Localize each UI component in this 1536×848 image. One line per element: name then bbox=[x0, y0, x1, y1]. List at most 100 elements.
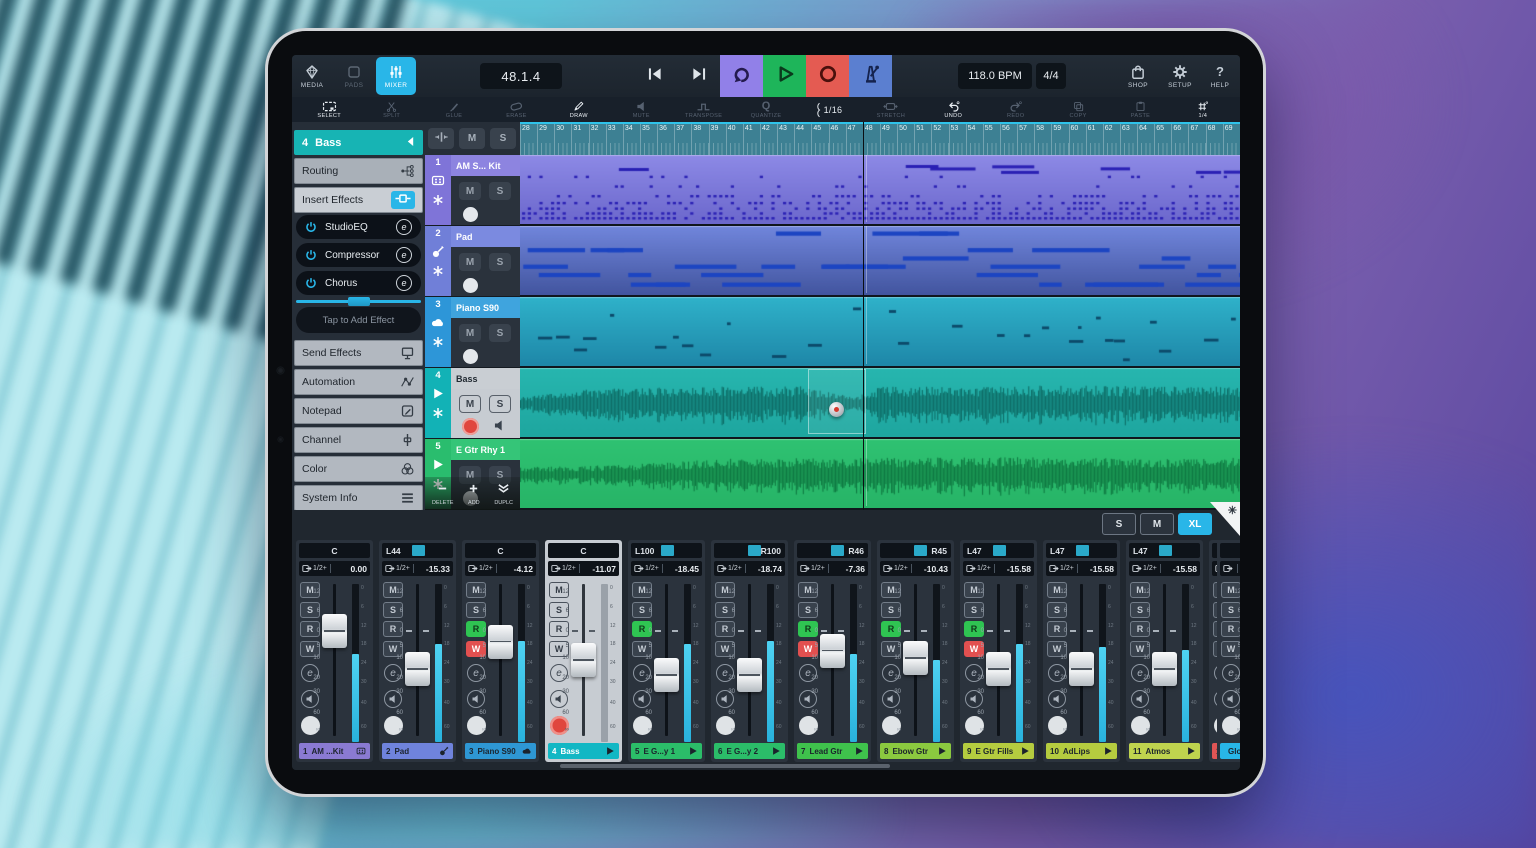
mixer-size-xl[interactable]: XL bbox=[1178, 513, 1212, 535]
strip-name-bar[interactable]: Global bbox=[1220, 743, 1240, 759]
track-row-4[interactable]: 4BassMS bbox=[425, 368, 520, 439]
track-row-3[interactable]: 3Piano S90MS bbox=[425, 297, 520, 368]
track-solo-button[interactable]: S bbox=[489, 182, 511, 200]
add-effect-button[interactable]: Tap to Add Effect bbox=[296, 307, 421, 333]
freeze-icon[interactable] bbox=[432, 194, 444, 206]
ruler-bar-63[interactable]: 63 bbox=[1120, 124, 1137, 155]
ruler-bar-48[interactable]: 48 bbox=[863, 124, 880, 155]
track-record-arm-button[interactable] bbox=[463, 278, 478, 293]
pan-control[interactable] bbox=[1220, 543, 1240, 558]
timeline-ruler[interactable]: 2829303132333435363738394041424344454647… bbox=[520, 122, 1240, 155]
output-volume-row[interactable]: 1/2+-15.33 bbox=[382, 561, 453, 576]
tool-draw[interactable]: DRAW bbox=[548, 97, 610, 122]
freeze-icon[interactable] bbox=[432, 407, 444, 419]
output-volume-row[interactable]: 1/2+-15.58 bbox=[963, 561, 1034, 576]
skip-end-button[interactable] bbox=[678, 55, 720, 97]
inspector-item-routing[interactable]: Routing bbox=[294, 158, 423, 184]
strip-name-bar[interactable]: 7Lead Gtr bbox=[797, 743, 868, 759]
ruler-bar-29[interactable]: 29 bbox=[537, 124, 554, 155]
inspector-item-send-effects[interactable]: Send Effects bbox=[294, 340, 423, 366]
help-button[interactable]: ? HELP bbox=[1200, 57, 1240, 95]
ruler-bar-44[interactable]: 44 bbox=[794, 124, 811, 155]
ruler-bar-40[interactable]: 40 bbox=[726, 124, 743, 155]
tool-mute[interactable]: MUTE bbox=[610, 97, 672, 122]
strip-name-bar[interactable]: 3Piano S90 bbox=[465, 743, 536, 759]
pan-control[interactable]: R46 bbox=[797, 543, 868, 558]
ruler-bar-36[interactable]: 36 bbox=[657, 124, 674, 155]
pan-control[interactable]: L47 bbox=[1046, 543, 1117, 558]
ruler-bar-50[interactable]: 50 bbox=[897, 124, 914, 155]
power-icon[interactable] bbox=[305, 277, 317, 289]
output-volume-row[interactable]: 1/2+-15.58 bbox=[1046, 561, 1117, 576]
strip-name-bar[interactable]: 11Atmos bbox=[1129, 743, 1200, 759]
tool-paste[interactable]: PASTE bbox=[1109, 97, 1171, 122]
fader-handle[interactable] bbox=[571, 643, 596, 677]
output-volume-row[interactable]: 1/2+-15.58 bbox=[1129, 561, 1200, 576]
pads-button[interactable]: PADS bbox=[334, 57, 374, 95]
inspector-item-notepad[interactable]: Notepad bbox=[294, 398, 423, 424]
ruler-bar-49[interactable]: 49 bbox=[880, 124, 897, 155]
tool-grid[interactable]: 1/4 bbox=[1172, 97, 1234, 122]
tool-split[interactable]: SPLIT bbox=[360, 97, 422, 122]
ruler-bar-43[interactable]: 43 bbox=[777, 124, 794, 155]
tool-redo[interactable]: REDO bbox=[984, 97, 1046, 122]
track-action-delete[interactable]: DELETE bbox=[432, 481, 453, 506]
clip-track-2[interactable] bbox=[520, 226, 1240, 295]
time-signature-display[interactable]: 4/4 bbox=[1036, 63, 1066, 89]
pan-control[interactable]: L100 bbox=[631, 543, 702, 558]
pan-control[interactable]: L44 bbox=[382, 543, 453, 558]
fader-handle[interactable] bbox=[1152, 652, 1177, 686]
bpm-display[interactable]: 118.0 BPM bbox=[958, 63, 1032, 89]
pan-control[interactable]: C bbox=[299, 543, 370, 558]
strip-name-bar[interactable]: 5E G...y 1 bbox=[631, 743, 702, 759]
strip-name-bar[interactable]: 8Ebow Gtr bbox=[880, 743, 951, 759]
ruler-bar-64[interactable]: 64 bbox=[1137, 124, 1154, 155]
fader-handle[interactable] bbox=[820, 634, 845, 668]
power-icon[interactable] bbox=[305, 221, 317, 233]
track-monitor-icon[interactable] bbox=[493, 419, 506, 437]
track-action-duplc[interactable]: DUPLC bbox=[494, 481, 513, 506]
skip-start-button[interactable] bbox=[634, 55, 676, 97]
output-volume-row[interactable]: 1/2+-4.12 bbox=[465, 561, 536, 576]
ruler-bar-54[interactable]: 54 bbox=[966, 124, 983, 155]
track-mute-button[interactable]: M bbox=[459, 324, 481, 342]
mixer-button[interactable]: MIXER bbox=[376, 57, 416, 95]
ruler-bar-67[interactable]: 67 bbox=[1188, 124, 1205, 155]
strip-name-bar[interactable]: 1AM ...Kit bbox=[299, 743, 370, 759]
tool-stretch[interactable]: STRETCH bbox=[860, 97, 922, 122]
fader-handle[interactable] bbox=[405, 652, 430, 686]
effect-slot-chorus[interactable]: Chorus e bbox=[296, 271, 421, 295]
ruler-bar-32[interactable]: 32 bbox=[589, 124, 606, 155]
track-mute-button[interactable]: M bbox=[459, 395, 481, 413]
pan-control[interactable]: C bbox=[465, 543, 536, 558]
fader-handle[interactable] bbox=[903, 641, 928, 675]
global-mute-button[interactable]: M bbox=[459, 128, 485, 149]
output-volume-row[interactable]: 1/2+0.00 bbox=[299, 561, 370, 576]
ruler-bar-59[interactable]: 59 bbox=[1051, 124, 1068, 155]
ruler-bar-38[interactable]: 38 bbox=[691, 124, 708, 155]
shop-button[interactable]: SHOP bbox=[1118, 57, 1158, 95]
ruler-bar-57[interactable]: 57 bbox=[1017, 124, 1034, 155]
edit-effect-icon[interactable]: e bbox=[396, 247, 412, 263]
tool-undo[interactable]: UNDO bbox=[922, 97, 984, 122]
ruler-bar-30[interactable]: 30 bbox=[554, 124, 571, 155]
output-volume-row[interactable]: 1/2+-11.07 bbox=[548, 561, 619, 576]
ruler-bar-42[interactable]: 42 bbox=[760, 124, 777, 155]
play-button[interactable] bbox=[763, 55, 806, 97]
record-button[interactable] bbox=[806, 55, 849, 97]
clip-track-5[interactable] bbox=[520, 439, 1240, 508]
output-volume-row[interactable]: 1/2+-7.36 bbox=[797, 561, 868, 576]
output-volume-row[interactable]: 1/2+-10.43 bbox=[880, 561, 951, 576]
strip-name-bar[interactable]: 4Bass bbox=[548, 743, 619, 759]
ruler-bar-33[interactable]: 33 bbox=[606, 124, 623, 155]
ruler-bar-39[interactable]: 39 bbox=[709, 124, 726, 155]
inspector-item-automation[interactable]: Automation bbox=[294, 369, 423, 395]
tool-quantize-value[interactable]: 1/16 bbox=[797, 97, 859, 122]
effect-slot-studioeq[interactable]: StudioEQ e bbox=[296, 215, 421, 239]
strip-name-bar[interactable]: 10AdLips bbox=[1046, 743, 1117, 759]
tool-glue[interactable]: GLUE bbox=[423, 97, 485, 122]
clip-track-1[interactable] bbox=[520, 155, 1240, 224]
track-record-arm-button[interactable] bbox=[462, 418, 479, 435]
fader-handle[interactable] bbox=[488, 625, 513, 659]
setup-button[interactable]: SETUP bbox=[1160, 57, 1200, 95]
